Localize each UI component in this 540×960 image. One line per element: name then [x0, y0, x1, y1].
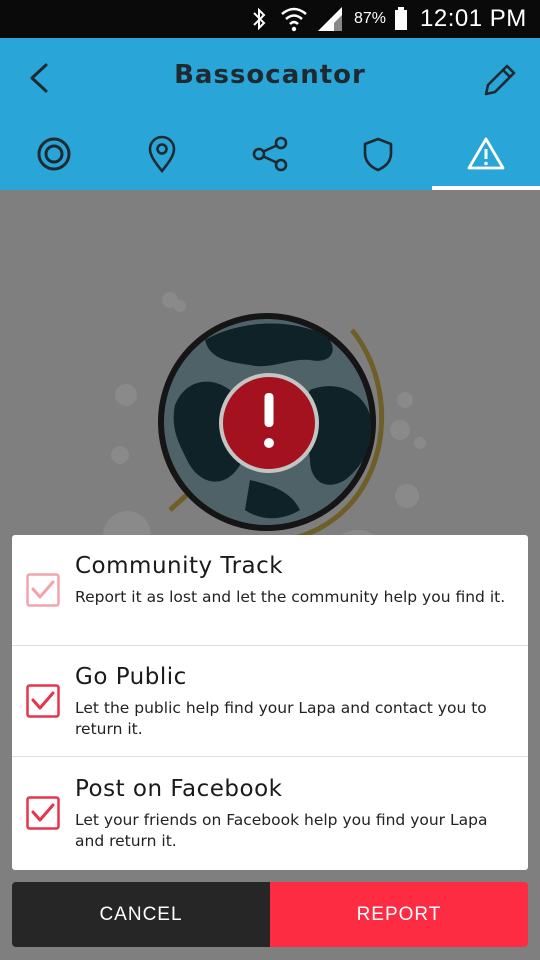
checkbox-checked-icon[interactable]	[26, 796, 60, 830]
status-bar: 87% 12:01 PM	[0, 0, 540, 38]
tab-security[interactable]	[324, 118, 432, 190]
option-go-public[interactable]: Go Public Let the public help find your …	[12, 646, 528, 757]
option-community-track[interactable]: Community Track Report it as lost and le…	[12, 535, 528, 646]
shield-icon	[363, 137, 393, 172]
tab-share[interactable]	[216, 118, 324, 190]
checkbox-checked-icon[interactable]	[26, 684, 60, 718]
location-pin-icon	[148, 135, 176, 174]
report-button[interactable]: REPORT	[270, 882, 528, 947]
option-post-on-facebook[interactable]: Post on Facebook Let your friends on Fac…	[12, 758, 528, 869]
warning-icon	[467, 137, 505, 170]
signal-icon	[318, 7, 342, 31]
pencil-icon[interactable]	[478, 58, 522, 102]
report-options-sheet: Community Track Report it as lost and le…	[12, 535, 528, 870]
option-title: Community Track	[75, 553, 284, 579]
tab-bar	[0, 118, 540, 190]
tab-location[interactable]	[108, 118, 216, 190]
option-description: Let the public help find your Lapa and c…	[75, 699, 487, 738]
clock: 12:01 PM	[420, 5, 527, 32]
share-icon	[252, 136, 288, 172]
tab-tracking[interactable]	[0, 118, 108, 190]
target-icon	[37, 137, 71, 171]
option-title: Go Public	[75, 664, 187, 690]
option-description: Report it as lost and let the community …	[75, 588, 506, 606]
bluetooth-icon	[253, 7, 266, 31]
option-description: Let your friends on Facebook help you fi…	[75, 811, 488, 850]
page-title: Bassocantor	[174, 60, 366, 90]
checkbox-checked-icon[interactable]	[26, 573, 60, 607]
battery-percent: 87%	[354, 10, 387, 27]
cancel-button[interactable]: CANCEL	[12, 882, 270, 947]
option-title: Post on Facebook	[75, 776, 283, 802]
tab-lost-report[interactable]	[432, 118, 540, 190]
wifi-icon	[281, 7, 307, 32]
back-arrow-icon[interactable]	[22, 58, 62, 98]
battery-icon	[395, 7, 407, 30]
globe-alert-icon	[103, 292, 426, 580]
app-bar: Bassocantor	[0, 38, 540, 190]
